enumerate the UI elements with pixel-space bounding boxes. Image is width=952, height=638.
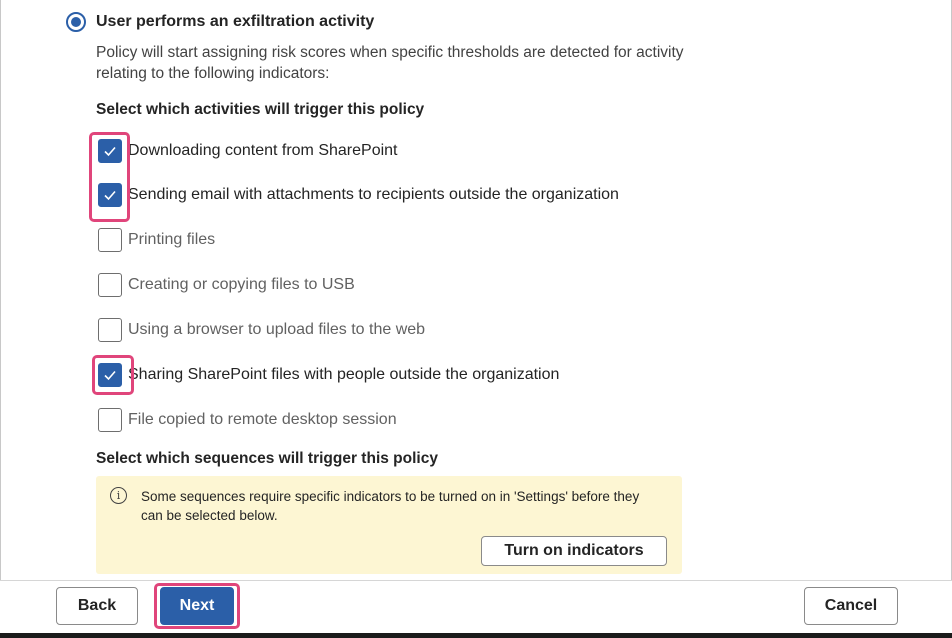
- activity-checkbox-downloading[interactable]: Downloading content from SharePoint: [98, 139, 398, 163]
- checkbox-unchecked-icon[interactable]: [98, 408, 122, 432]
- panel-left-border: [0, 0, 1, 580]
- info-icon: i: [110, 487, 127, 504]
- highlight-box-top-checkboxes: [89, 132, 130, 222]
- activity-label: Creating or copying files to USB: [128, 276, 355, 293]
- activity-label: File copied to remote desktop session: [128, 411, 397, 428]
- activity-checkbox-browser-upload[interactable]: Using a browser to upload files to the w…: [98, 318, 425, 342]
- back-button[interactable]: Back: [56, 587, 138, 625]
- checkbox-unchecked-icon[interactable]: [98, 318, 122, 342]
- activity-label: Using a browser to upload files to the w…: [128, 321, 426, 338]
- activities-section-title: Select which activities will trigger thi…: [96, 101, 425, 118]
- radio-selected-icon[interactable]: [66, 12, 86, 32]
- activity-checkbox-sharing-sharepoint[interactable]: Sharing SharePoint files with people out…: [98, 363, 559, 387]
- policy-panel: User performs an exfiltration activity P…: [0, 0, 952, 580]
- bottom-edge-bar: [0, 633, 952, 638]
- activity-label: Downloading content from SharePoint: [128, 142, 398, 159]
- activity-checkbox-remote-desktop[interactable]: File copied to remote desktop session: [98, 408, 397, 432]
- activity-checkbox-usb[interactable]: Creating or copying files to USB: [98, 273, 355, 297]
- activity-label: Sharing SharePoint files with people out…: [128, 366, 560, 383]
- activity-checkbox-printing[interactable]: Printing files: [98, 228, 215, 252]
- activity-label: Printing files: [128, 231, 216, 248]
- checkbox-unchecked-icon[interactable]: [98, 273, 122, 297]
- cancel-button[interactable]: Cancel: [804, 587, 898, 625]
- activity-checkbox-sending-email[interactable]: Sending email with attachments to recipi…: [98, 183, 619, 207]
- highlight-box-next-button: [154, 583, 240, 629]
- sequences-notice: i Some sequences require specific indica…: [96, 476, 682, 574]
- sequences-section-title: Select which sequences will trigger this…: [96, 450, 438, 467]
- policy-description: Policy will start assigning risk scores …: [96, 44, 684, 82]
- highlight-box-sharing-checkbox: [92, 355, 134, 395]
- radio-label: User performs an exfiltration activity: [96, 13, 375, 30]
- notice-text: Some sequences require specific indicato…: [141, 489, 640, 523]
- exfiltration-radio-option[interactable]: User performs an exfiltration activity: [66, 12, 374, 32]
- turn-on-indicators-button[interactable]: Turn on indicators: [481, 536, 667, 566]
- checkbox-unchecked-icon[interactable]: [98, 228, 122, 252]
- activity-label: Sending email with attachments to recipi…: [128, 186, 619, 203]
